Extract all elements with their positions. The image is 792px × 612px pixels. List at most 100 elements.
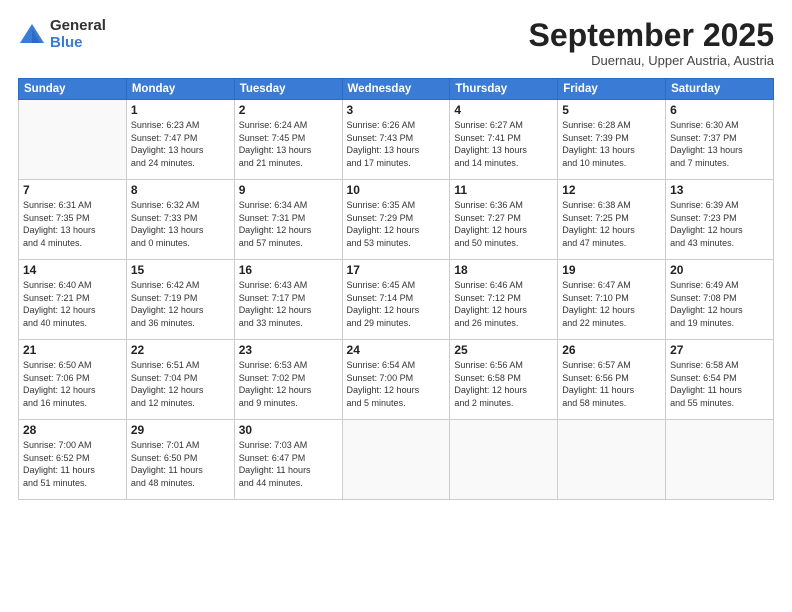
calendar-cell <box>342 420 450 500</box>
calendar-cell: 12Sunrise: 6:38 AMSunset: 7:25 PMDayligh… <box>558 180 666 260</box>
calendar-cell <box>558 420 666 500</box>
month-title: September 2025 <box>529 18 774 53</box>
logo: General Blue <box>18 18 106 51</box>
day-info: Sunrise: 6:45 AMSunset: 7:14 PMDaylight:… <box>347 279 446 329</box>
calendar-cell: 19 Sunrise: 6:47 AMSunset: 7:10 PMDayligh… <box>558 260 666 340</box>
calendar-cell: 20 Sunrise: 6:49 AMSunset: 7:08 PMDayligh… <box>666 260 774 340</box>
calendar-cell: 13 Sunrise: 6:39 AMSunset: 7:23 PMDayligh… <box>666 180 774 260</box>
day-number: 24 <box>347 343 446 357</box>
calendar-cell <box>19 100 127 180</box>
day-number: 13 <box>670 183 769 197</box>
day-info: Sunrise: 6:51 AMSunset: 7:04 PMDaylight:… <box>131 359 230 409</box>
calendar-cell: 27Sunrise: 6:58 AMSunset: 6:54 PMDayligh… <box>666 340 774 420</box>
day-info: Sunrise: 6:26 AMSunset: 7:43 PMDaylight:… <box>347 119 446 169</box>
calendar-cell: 16Sunrise: 6:43 AMSunset: 7:17 PMDayligh… <box>234 260 342 340</box>
weekday-header-monday: Monday <box>126 79 234 100</box>
day-info: Sunrise: 6:50 AMSunset: 7:06 PMDaylight:… <box>23 359 122 409</box>
day-number: 19 <box>562 263 661 277</box>
calendar-cell: 3 Sunrise: 6:26 AMSunset: 7:43 PMDaylight… <box>342 100 450 180</box>
day-number: 16 <box>239 263 338 277</box>
day-number: 2 <box>239 103 338 117</box>
calendar-cell: 30 Sunrise: 7:03 AMSunset: 6:47 PMDayligh… <box>234 420 342 500</box>
calendar-cell: 29 Sunrise: 7:01 AMSunset: 6:50 PMDayligh… <box>126 420 234 500</box>
day-number: 17 <box>347 263 446 277</box>
day-number: 26 <box>562 343 661 357</box>
calendar-cell <box>450 420 558 500</box>
day-number: 8 <box>131 183 230 197</box>
location-subtitle: Duernau, Upper Austria, Austria <box>529 53 774 68</box>
day-info: Sunrise: 6:57 AMSunset: 6:56 PMDaylight:… <box>562 359 661 409</box>
day-info: Sunrise: 6:47 AMSunset: 7:10 PMDaylight:… <box>562 279 661 329</box>
day-info: Sunrise: 6:36 AMSunset: 7:27 PMDaylight:… <box>454 199 553 249</box>
day-info: Sunrise: 6:24 AMSunset: 7:45 PMDaylight:… <box>239 119 338 169</box>
logo-blue: Blue <box>50 35 106 52</box>
day-number: 11 <box>454 183 553 197</box>
day-info: Sunrise: 6:40 AMSunset: 7:21 PMDaylight:… <box>23 279 122 329</box>
calendar-cell: 10 Sunrise: 6:35 AMSunset: 7:29 PMDayligh… <box>342 180 450 260</box>
calendar-cell: 18 Sunrise: 6:46 AMSunset: 7:12 PMDayligh… <box>450 260 558 340</box>
day-number: 3 <box>347 103 446 117</box>
day-info: Sunrise: 6:28 AMSunset: 7:39 PMDaylight:… <box>562 119 661 169</box>
day-info: Sunrise: 6:30 AMSunset: 7:37 PMDaylight:… <box>670 119 769 169</box>
calendar-cell: 4Sunrise: 6:27 AMSunset: 7:41 PMDaylight… <box>450 100 558 180</box>
day-info: Sunrise: 6:38 AMSunset: 7:25 PMDaylight:… <box>562 199 661 249</box>
day-info: Sunrise: 6:32 AMSunset: 7:33 PMDaylight:… <box>131 199 230 249</box>
calendar-cell <box>666 420 774 500</box>
day-info: Sunrise: 6:42 AMSunset: 7:19 PMDaylight:… <box>131 279 230 329</box>
calendar-cell: 7 Sunrise: 6:31 AMSunset: 7:35 PMDaylight… <box>19 180 127 260</box>
calendar-cell: 24 Sunrise: 6:54 AMSunset: 7:00 PMDayligh… <box>342 340 450 420</box>
day-info: Sunrise: 7:01 AMSunset: 6:50 PMDaylight:… <box>131 439 230 489</box>
weekday-header-thursday: Thursday <box>450 79 558 100</box>
day-info: Sunrise: 6:46 AMSunset: 7:12 PMDaylight:… <box>454 279 553 329</box>
calendar-cell: 11 Sunrise: 6:36 AMSunset: 7:27 PMDayligh… <box>450 180 558 260</box>
weekday-header-saturday: Saturday <box>666 79 774 100</box>
weekday-header-tuesday: Tuesday <box>234 79 342 100</box>
weekday-header-sunday: Sunday <box>19 79 127 100</box>
calendar-cell: 1 Sunrise: 6:23 AMSunset: 7:47 PMDaylight… <box>126 100 234 180</box>
calendar-cell: 26 Sunrise: 6:57 AMSunset: 6:56 PMDayligh… <box>558 340 666 420</box>
logo-general: General <box>50 18 106 35</box>
calendar-cell: 15Sunrise: 6:42 AMSunset: 7:19 PMDayligh… <box>126 260 234 340</box>
calendar-cell: 8 Sunrise: 6:32 AMSunset: 7:33 PMDaylight… <box>126 180 234 260</box>
day-number: 18 <box>454 263 553 277</box>
calendar-cell: 2 Sunrise: 6:24 AMSunset: 7:45 PMDaylight… <box>234 100 342 180</box>
day-info: Sunrise: 6:53 AMSunset: 7:02 PMDaylight:… <box>239 359 338 409</box>
day-number: 21 <box>23 343 122 357</box>
calendar-cell: 22Sunrise: 6:51 AMSunset: 7:04 PMDayligh… <box>126 340 234 420</box>
day-info: Sunrise: 7:00 AMSunset: 6:52 PMDaylight:… <box>23 439 122 489</box>
day-number: 10 <box>347 183 446 197</box>
day-number: 30 <box>239 423 338 437</box>
calendar-cell: 25 Sunrise: 6:56 AMSunset: 6:58 PMDayligh… <box>450 340 558 420</box>
day-info: Sunrise: 6:23 AMSunset: 7:47 PMDaylight:… <box>131 119 230 169</box>
day-number: 29 <box>131 423 230 437</box>
calendar-cell: 28 Sunrise: 7:00 AMSunset: 6:52 PMDayligh… <box>19 420 127 500</box>
day-info: Sunrise: 6:56 AMSunset: 6:58 PMDaylight:… <box>454 359 553 409</box>
day-number: 9 <box>239 183 338 197</box>
calendar-cell: 21 Sunrise: 6:50 AMSunset: 7:06 PMDayligh… <box>19 340 127 420</box>
day-number: 7 <box>23 183 122 197</box>
day-number: 6 <box>670 103 769 117</box>
calendar-cell: 23 Sunrise: 6:53 AMSunset: 7:02 PMDayligh… <box>234 340 342 420</box>
day-number: 5 <box>562 103 661 117</box>
day-number: 4 <box>454 103 553 117</box>
calendar-cell: 17 Sunrise: 6:45 AMSunset: 7:14 PMDayligh… <box>342 260 450 340</box>
day-info: Sunrise: 6:49 AMSunset: 7:08 PMDaylight:… <box>670 279 769 329</box>
weekday-header-wednesday: Wednesday <box>342 79 450 100</box>
weekday-header-friday: Friday <box>558 79 666 100</box>
title-area: September 2025 Duernau, Upper Austria, A… <box>529 18 774 68</box>
day-number: 1 <box>131 103 230 117</box>
calendar-cell: 5 Sunrise: 6:28 AMSunset: 7:39 PMDaylight… <box>558 100 666 180</box>
day-number: 28 <box>23 423 122 437</box>
day-number: 25 <box>454 343 553 357</box>
day-number: 20 <box>670 263 769 277</box>
day-info: Sunrise: 6:34 AMSunset: 7:31 PMDaylight:… <box>239 199 338 249</box>
day-number: 23 <box>239 343 338 357</box>
day-info: Sunrise: 6:58 AMSunset: 6:54 PMDaylight:… <box>670 359 769 409</box>
day-info: Sunrise: 6:39 AMSunset: 7:23 PMDaylight:… <box>670 199 769 249</box>
calendar-cell: 14Sunrise: 6:40 AMSunset: 7:21 PMDayligh… <box>19 260 127 340</box>
day-info: Sunrise: 6:54 AMSunset: 7:00 PMDaylight:… <box>347 359 446 409</box>
day-info: Sunrise: 6:31 AMSunset: 7:35 PMDaylight:… <box>23 199 122 249</box>
day-info: Sunrise: 6:35 AMSunset: 7:29 PMDaylight:… <box>347 199 446 249</box>
day-info: Sunrise: 7:03 AMSunset: 6:47 PMDaylight:… <box>239 439 338 489</box>
calendar-table: SundayMondayTuesdayWednesdayThursdayFrid… <box>18 78 774 500</box>
